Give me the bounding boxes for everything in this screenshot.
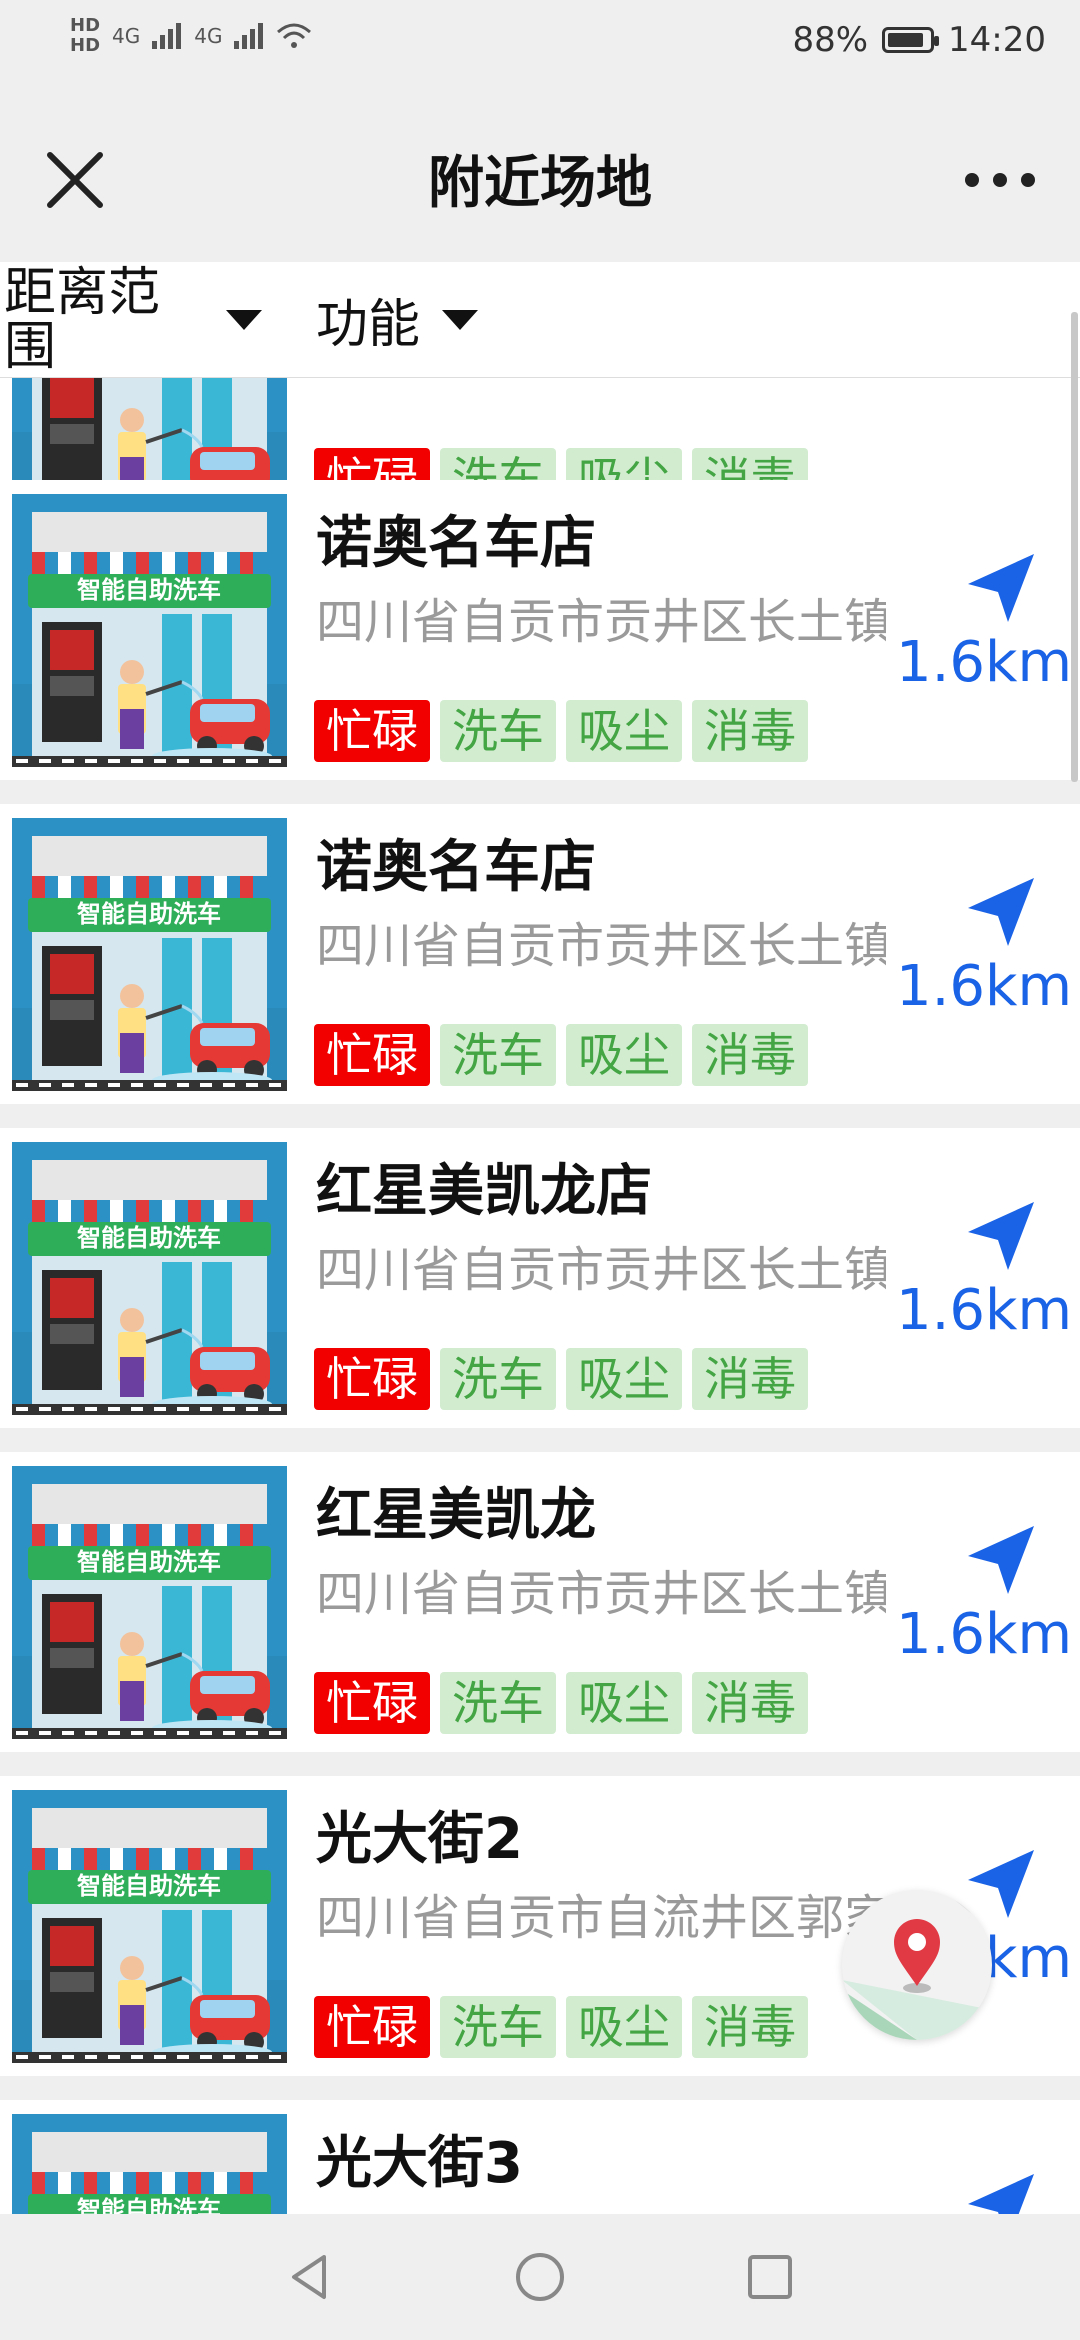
hd2-label: HD [70, 35, 101, 56]
venue-card[interactable]: 智能自助洗车 光大街3四川省自贡市自流井区郭 [0, 2100, 1080, 2214]
venue-address: 四川省自贡市贡井区长土镇205省道 [316, 594, 886, 650]
caret-down-icon [226, 309, 262, 330]
page-title: 附近场地 [428, 151, 652, 216]
vacuum-tag: 吸尘 [566, 1996, 682, 2058]
vacuum-tag: 吸尘 [566, 1348, 682, 1410]
venue-distance: 1.6km [895, 1278, 1072, 1343]
navigate-icon[interactable] [960, 1520, 1040, 1600]
venue-thumbnail: 智能自助洗车 [12, 1790, 287, 2063]
disinfect-tag: 消毒 [692, 1024, 808, 1086]
battery-percent: 88% [792, 20, 869, 60]
venue-name: 红星美凯龙店 [316, 1159, 652, 1224]
battery-icon [882, 27, 940, 53]
disinfect-tag: 消毒 [692, 1672, 808, 1734]
map-pin-icon [842, 1890, 992, 2040]
venue-card[interactable]: 智能自助洗车 红星美凯龙四川省自贡市贡井区长土镇205省道 忙碌 洗车 吸尘 消… [0, 1452, 1080, 1752]
clock: 14:20 [948, 20, 1046, 60]
busy-tag: 忙碌 [314, 1996, 430, 2058]
venue-distance: km [985, 1926, 1072, 1991]
vacuum-tag: 吸尘 [566, 700, 682, 762]
venue-address: 四川省自贡市贡井区长土镇205省道 [316, 918, 886, 974]
svg-text:智能自助洗车: 智能自助洗车 [77, 576, 221, 604]
venue-tags: 忙碌 洗车 吸尘 消毒 [314, 1672, 808, 1734]
caret-down-icon [442, 309, 479, 330]
venue-name: 诺奥名车店 [316, 511, 596, 576]
venue-card[interactable]: 智能自助洗车 诺奥名车店四川省自贡市贡井区长土镇205省道 忙碌 洗车 吸尘 消… [0, 804, 1080, 1104]
venue-name: 光大街2 [316, 1807, 523, 1872]
vacuum-tag: 吸尘 [566, 1024, 682, 1086]
busy-tag: 忙碌 [314, 1024, 430, 1086]
venue-address [316, 378, 886, 412]
venue-name: 诺奥名车店 [316, 835, 596, 900]
system-nav-bar [0, 2214, 1080, 2340]
status-left: HD HD 4G 4G [70, 16, 312, 56]
distance-range-label: 距离范围 [4, 262, 161, 377]
venue-thumbnail: 智能自助洗车 [12, 494, 287, 767]
recents-icon[interactable] [742, 2249, 798, 2305]
venue-tags: 忙碌 洗车 吸尘 消毒 [314, 1348, 808, 1410]
home-icon[interactable] [512, 2249, 568, 2305]
function-label: 功能 [316, 295, 421, 355]
venue-thumbnail: 智能自助洗车 [12, 818, 287, 1091]
venue-name: 红星美凯龙 [316, 1483, 596, 1548]
disinfect-tag: 消毒 [692, 700, 808, 762]
wash-tag: 洗车 [440, 1672, 556, 1734]
battery-fill [888, 33, 924, 47]
venue-thumbnail: 智能自助洗车 [12, 1466, 287, 1739]
wash-tag: 洗车 [440, 1348, 556, 1410]
disinfect-tag: 消毒 [692, 1996, 808, 2058]
svg-text:智能自助洗车: 智能自助洗车 [77, 1548, 221, 1576]
signal1-label: 4G [112, 24, 141, 48]
signal-icon [234, 23, 264, 49]
signal2-label: 4G [194, 24, 223, 48]
svg-text:智能自助洗车: 智能自助洗车 [77, 1224, 221, 1252]
venue-address: 四川省自贡市自流井区郭家坳街街道东兴路合地 [316, 1890, 886, 1946]
vacuum-tag: 吸尘 [566, 1672, 682, 1734]
venue-tags: 忙碌 洗车 吸尘 消毒 [314, 1996, 808, 2058]
busy-tag: 忙碌 [314, 1672, 430, 1734]
svg-text:智能自助洗车: 智能自助洗车 [77, 2196, 221, 2214]
navigate-icon[interactable] [960, 1844, 1040, 1924]
navigate-icon[interactable] [960, 2168, 1040, 2214]
wash-tag: 洗车 [440, 700, 556, 762]
signal-icon [152, 23, 182, 49]
map-button[interactable] [842, 1890, 992, 2040]
filter-bar: 距离范围 功能 [0, 262, 1080, 379]
busy-tag: 忙碌 [314, 1348, 430, 1410]
hd-indicator: HD HD [70, 16, 100, 56]
disinfect-tag: 消毒 [692, 1348, 808, 1410]
navigate-icon[interactable] [960, 548, 1040, 628]
venue-thumbnail: 智能自助洗车 [12, 1142, 287, 1415]
venue-address: 四川省自贡市贡井区长土镇205省道 [316, 1242, 886, 1298]
svg-text:智能自助洗车: 智能自助洗车 [77, 900, 221, 928]
navigate-icon[interactable] [960, 1196, 1040, 1276]
venue-card[interactable]: 智能自助洗车 诺奥名车店四川省自贡市贡井区长土镇205省道 忙碌 洗车 吸尘 消… [0, 480, 1080, 780]
wash-tag: 洗车 [440, 1996, 556, 2058]
venue-distance: 1.6km [895, 1602, 1072, 1667]
venue-address: 四川省自贡市贡井区长土镇205省道 [316, 1566, 886, 1622]
venue-tags: 忙碌 洗车 吸尘 消毒 [314, 700, 808, 762]
venue-distance: 1.6km [895, 954, 1072, 1019]
status-right: 88% 14:20 [792, 20, 1046, 60]
function-filter[interactable]: 功能 [316, 262, 479, 377]
distance-range-filter[interactable]: 距离范围 [4, 262, 274, 377]
wash-tag: 洗车 [440, 1024, 556, 1086]
venue-distance: 1.6km [895, 630, 1072, 695]
hd1-label: HD [70, 15, 101, 36]
app-header: 附近场地 [0, 90, 1080, 260]
venue-card[interactable]: 智能自助洗车 红星美凯龙店四川省自贡市贡井区长土镇205省道 忙碌 洗车 吸尘 … [0, 1128, 1080, 1428]
navigate-icon[interactable] [960, 872, 1040, 952]
venue-name: 光大街3 [316, 2131, 523, 2196]
svg-text:智能自助洗车: 智能自助洗车 [77, 1872, 221, 1900]
venue-thumbnail: 智能自助洗车 [12, 2114, 287, 2214]
scrollbar[interactable] [1071, 312, 1078, 782]
venue-tags: 忙碌 洗车 吸尘 消毒 [314, 1024, 808, 1086]
back-icon[interactable] [282, 2249, 338, 2305]
wifi-icon [277, 23, 312, 48]
busy-tag: 忙碌 [314, 700, 430, 762]
more-icon[interactable] [960, 150, 1040, 210]
status-bar: HD HD 4G 4G 88% 14:20 [0, 0, 1080, 90]
